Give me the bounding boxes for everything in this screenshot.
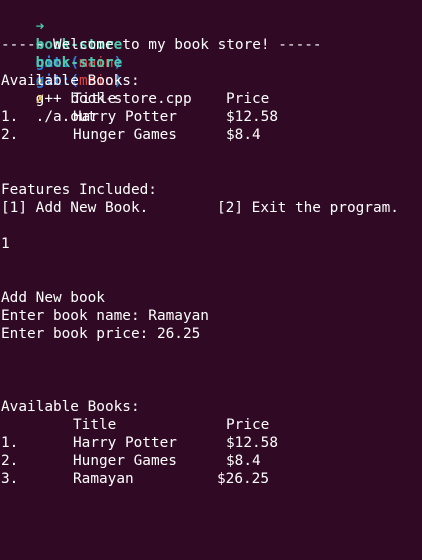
book-price: $8.4: [226, 453, 261, 469]
book-title: Harry Potter: [73, 109, 177, 125]
price-header: Price: [226, 417, 270, 433]
row-number: 3.: [1, 471, 19, 487]
row-number: 2.: [1, 127, 19, 143]
table-row: 2. Hunger Games $8.4: [1, 452, 421, 470]
table-header: Title Price: [1, 416, 421, 434]
user-choice: 1: [1, 236, 10, 252]
table-header: Title Price: [1, 90, 421, 108]
welcome-banner: ----- Welcome to my book store! -----: [1, 37, 322, 53]
prompt-book-price: Enter book price: 26.25: [1, 326, 201, 342]
features-heading: Features Included:: [1, 182, 157, 198]
prompt-line-2: ➜ book-store git:(main) ✗ ./a.out: [1, 18, 123, 125]
book-price: $12.58: [226, 435, 278, 451]
row-number: 1.: [1, 109, 19, 125]
option-add-book: [1] Add New Book.: [1, 200, 149, 216]
book-title: Ramayan: [73, 471, 134, 487]
book-title: Hunger Games: [73, 127, 177, 143]
table-row: 1. Harry Potter $12.58: [1, 434, 421, 452]
option-exit: [2] Exit the program.: [217, 200, 399, 216]
book-price: $12.58: [226, 109, 278, 125]
row-number: 1.: [1, 435, 19, 451]
features-row: [1] Add New Book. [2] Exit the program.: [1, 199, 421, 217]
available-heading: Available Books:: [1, 73, 140, 89]
book-price: $8.4: [226, 127, 261, 143]
book-title: Hunger Games: [73, 453, 177, 469]
row-number: 2.: [1, 453, 19, 469]
price-header: Price: [226, 91, 270, 107]
prompt-dir: book-store: [35, 55, 123, 71]
prompt-book-name: Enter book name: Ramayan: [1, 308, 209, 324]
title-header: Title: [73, 91, 117, 107]
table-row: 3. Ramayan $26.25: [1, 470, 421, 488]
prompt-line-1: ➜ book-store git:(main) ✗ g++ book-store…: [1, 0, 192, 107]
book-title: Harry Potter: [73, 435, 177, 451]
terminal-window[interactable]: ➜ book-store git:(main) ✗ g++ book-store…: [0, 0, 422, 514]
available-heading: Available Books:: [1, 399, 140, 415]
table-row: 1. Harry Potter $12.58: [1, 108, 421, 126]
book-price: $26.25: [217, 471, 269, 487]
table-row: 2. Hunger Games $8.4: [1, 126, 421, 144]
add-heading: Add New book: [1, 290, 105, 306]
title-header: Title: [73, 417, 117, 433]
